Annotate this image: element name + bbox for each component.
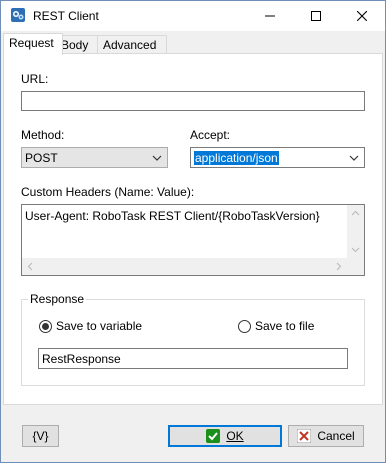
check-icon xyxy=(206,429,221,443)
scroll-up-icon xyxy=(351,210,360,216)
title-bar: REST Client xyxy=(1,1,385,31)
save-to-variable-label[interactable]: Save to variable xyxy=(56,319,142,333)
url-label: URL: xyxy=(21,72,49,86)
cancel-button[interactable]: Cancel xyxy=(288,425,364,447)
scroll-left-icon xyxy=(27,262,33,271)
ok-label: OK xyxy=(226,429,244,443)
tab-strip: Request Body Advanced xyxy=(3,33,383,55)
tab-request[interactable]: Request xyxy=(3,33,63,55)
rest-client-icon xyxy=(10,7,26,23)
window-title: REST Client xyxy=(33,9,99,23)
chevron-down-icon xyxy=(152,155,162,161)
minimize-icon xyxy=(265,15,275,17)
response-variable-input[interactable]: RestResponse xyxy=(38,348,348,369)
url-input[interactable] xyxy=(21,91,365,111)
scroll-down-icon xyxy=(351,247,360,253)
method-select[interactable]: POST xyxy=(21,147,168,168)
close-button[interactable] xyxy=(339,1,385,31)
save-to-file-label[interactable]: Save to file xyxy=(255,319,314,333)
close-icon xyxy=(357,11,367,21)
scroll-corner xyxy=(347,258,364,275)
custom-headers-text: User-Agent: RoboTask REST Client/{RoboTa… xyxy=(25,209,320,223)
scroll-right-icon xyxy=(336,262,342,271)
response-group: Response Save to variable Save to file R… xyxy=(21,292,365,386)
ok-button[interactable]: OK xyxy=(168,425,282,447)
accept-label: Accept: xyxy=(190,128,231,142)
horizontal-scrollbar[interactable] xyxy=(22,258,347,275)
cancel-label: Cancel xyxy=(317,429,355,443)
variables-button[interactable]: {V} xyxy=(22,425,59,447)
method-label: Method: xyxy=(21,128,65,142)
accept-value: application/json xyxy=(194,151,279,165)
method-value: POST xyxy=(25,151,58,165)
custom-headers-textarea[interactable]: User-Agent: RoboTask REST Client/{RoboTa… xyxy=(21,204,365,276)
maximize-icon xyxy=(311,11,321,21)
response-group-title: Response xyxy=(28,292,87,306)
chevron-down-icon xyxy=(349,155,359,161)
maximize-button[interactable] xyxy=(293,1,339,31)
tab-advanced[interactable]: Advanced xyxy=(97,35,167,54)
radio-selected-dot xyxy=(42,323,49,330)
save-to-variable-radio[interactable] xyxy=(39,320,52,333)
custom-headers-label: Custom Headers (Name: Value): xyxy=(21,185,195,199)
save-to-file-radio[interactable] xyxy=(238,320,251,333)
request-panel: URL: Method: POST Accept: application/js… xyxy=(3,53,383,405)
x-icon xyxy=(297,429,312,443)
accept-select[interactable]: application/json xyxy=(190,147,365,168)
minimize-button[interactable] xyxy=(247,1,293,31)
dialog-window: REST Client Request Body Advanced URL: M… xyxy=(0,0,386,463)
